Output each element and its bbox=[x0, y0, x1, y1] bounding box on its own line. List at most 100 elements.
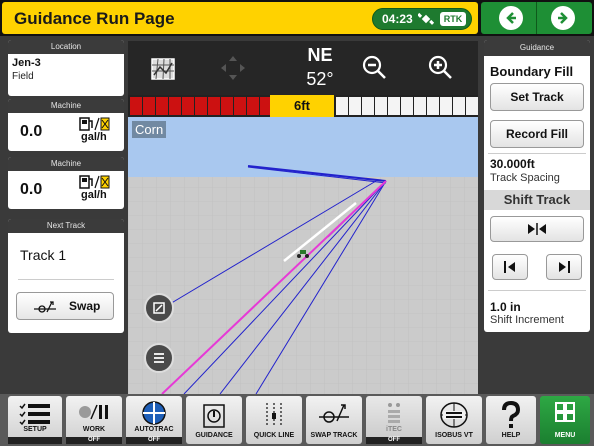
lightbar-segment-left bbox=[208, 97, 220, 115]
sky bbox=[128, 117, 478, 177]
help-icon bbox=[502, 401, 521, 428]
dock-help-button[interactable]: HELP bbox=[486, 396, 536, 444]
dock-status: OFF bbox=[366, 437, 422, 444]
next-track-header: Next Track bbox=[8, 219, 124, 233]
lightbar-segment-right bbox=[427, 97, 439, 115]
dock-guidance-button[interactable]: GUIDANCE bbox=[186, 396, 242, 444]
back-button[interactable] bbox=[499, 6, 523, 30]
nav-divider bbox=[536, 2, 537, 34]
forward-button[interactable] bbox=[551, 6, 575, 30]
lightbar-segment-right bbox=[349, 97, 361, 115]
shift-left-button[interactable] bbox=[492, 254, 528, 280]
swap-button[interactable]: Swap bbox=[16, 292, 114, 320]
fuel-rate-icon bbox=[79, 117, 110, 131]
swap-track-icon bbox=[34, 301, 56, 313]
dock-quick-line-button[interactable]: QUICK LINE bbox=[246, 396, 302, 444]
lightbar-segment-right bbox=[440, 97, 452, 115]
lightbar-segment-left bbox=[169, 97, 181, 115]
pan-arrows-icon[interactable] bbox=[218, 53, 248, 83]
lightbar-segment-right bbox=[414, 97, 426, 115]
shift-left-icon bbox=[504, 261, 515, 273]
machine-header: Machine bbox=[8, 157, 124, 171]
lightbar-offset: 6ft bbox=[270, 95, 334, 117]
set-track-button[interactable]: Set Track bbox=[490, 83, 584, 111]
view-mode-icon bbox=[153, 302, 165, 314]
itec-icon bbox=[388, 403, 400, 423]
swap-label: Swap bbox=[69, 299, 101, 313]
guidance-lightbar: 6ft bbox=[128, 95, 478, 117]
dock-label: ISOBUS VT bbox=[435, 432, 473, 439]
back-arrow-icon bbox=[506, 12, 516, 24]
fuel-rate-icon bbox=[79, 175, 110, 189]
dock-setup-button[interactable]: SETUP bbox=[8, 396, 62, 444]
divider bbox=[488, 290, 586, 291]
machine-header: Machine bbox=[8, 99, 124, 113]
location-card[interactable]: Location Jen-3 Field bbox=[8, 40, 124, 96]
title-bar: Guidance Run Page 04:23 RTK bbox=[2, 2, 478, 34]
heading-direction: NE bbox=[307, 45, 333, 65]
setup-list-icon bbox=[19, 403, 50, 426]
lightbar-segment-left bbox=[247, 97, 259, 115]
machine-card-1[interactable]: Machine 0.0 gal/h bbox=[8, 99, 124, 151]
shift-right-button[interactable] bbox=[546, 254, 582, 280]
location-header: Location bbox=[8, 40, 124, 54]
dock-status: OFF bbox=[126, 437, 182, 444]
dock-itec-button[interactable]: iTEC OFF bbox=[366, 396, 422, 444]
left-panel: Location Jen-3 Field Machine 0.0 gal/h M… bbox=[8, 40, 124, 333]
menu-grid-icon bbox=[555, 402, 575, 422]
next-track-name: Track 1 bbox=[20, 247, 67, 263]
lightbar-segment-right bbox=[466, 97, 478, 115]
record-fill-button[interactable]: Record Fill bbox=[490, 120, 584, 148]
lightbar-segment-right bbox=[453, 97, 465, 115]
quick-line-icon bbox=[266, 403, 282, 427]
shift-right-icon bbox=[559, 261, 570, 273]
dock-label: GUIDANCE bbox=[195, 432, 233, 439]
dock-status bbox=[8, 437, 62, 444]
autotrac-steering-icon bbox=[142, 401, 166, 425]
lightbar-segment-left bbox=[221, 97, 233, 115]
dock-menu-button[interactable]: MENU bbox=[540, 396, 590, 444]
heading-degrees: 52° bbox=[306, 69, 334, 89]
map-toolbar: NE 52° bbox=[128, 41, 478, 95]
shift-center-button[interactable] bbox=[490, 216, 584, 242]
divider bbox=[18, 279, 114, 280]
machine-card-2[interactable]: Machine 0.0 gal/h bbox=[8, 157, 124, 209]
ground bbox=[128, 177, 478, 394]
shortcut-dock: SETUP WORK OFF AUTOTRAC OFF GUIDANCE QUI… bbox=[0, 394, 594, 446]
dock-isobus-vt-button[interactable]: ISOBUS VT bbox=[426, 396, 482, 444]
track-spacing-label: Track Spacing bbox=[490, 172, 560, 184]
map-view-mode-button[interactable] bbox=[144, 293, 174, 323]
dock-autotrac-button[interactable]: AUTOTRAC OFF bbox=[126, 396, 182, 444]
isobus-vt-icon bbox=[440, 402, 468, 428]
dock-swap-track-button[interactable]: SWAP TRACK bbox=[306, 396, 362, 444]
lightbar-segment-left bbox=[182, 97, 194, 115]
lightbar-segment-right bbox=[388, 97, 400, 115]
map-list-button[interactable] bbox=[144, 343, 174, 373]
guidance-icon bbox=[203, 404, 225, 428]
map-layers-icon[interactable] bbox=[148, 55, 178, 83]
next-track-card: Next Track Track 1 Swap bbox=[8, 219, 124, 333]
dock-label: QUICK LINE bbox=[253, 432, 295, 439]
lightbar-segment-right bbox=[362, 97, 374, 115]
lightbar-segment-left bbox=[143, 97, 155, 115]
right-panel: Guidance Boundary Fill Set Track Record … bbox=[484, 40, 590, 332]
gps-status-chip[interactable]: 04:23 RTK bbox=[372, 8, 472, 30]
shift-increment-label: Shift Increment bbox=[490, 314, 564, 326]
fuel-rate-unit: gal/h bbox=[81, 131, 107, 143]
dock-label: SWAP TRACK bbox=[310, 432, 358, 439]
map-view[interactable]: Corn bbox=[128, 117, 478, 394]
zoom-in-icon[interactable] bbox=[426, 53, 454, 81]
lightbar-segment-left bbox=[195, 97, 207, 115]
fuel-rate-unit: gal/h bbox=[81, 189, 107, 201]
lightbar-segment-right bbox=[375, 97, 387, 115]
zoom-out-icon[interactable] bbox=[360, 53, 388, 81]
clock-time: 04:23 bbox=[382, 12, 413, 26]
page-navigation bbox=[481, 2, 592, 34]
page-title: Guidance Run Page bbox=[14, 9, 175, 28]
dock-label: AUTOTRAC bbox=[134, 426, 174, 433]
dock-work-button[interactable]: WORK OFF bbox=[66, 396, 122, 444]
satellite-icon bbox=[418, 12, 434, 25]
dock-label: SETUP bbox=[23, 426, 47, 433]
forward-arrow-icon bbox=[558, 12, 568, 24]
dock-status: OFF bbox=[66, 437, 122, 444]
